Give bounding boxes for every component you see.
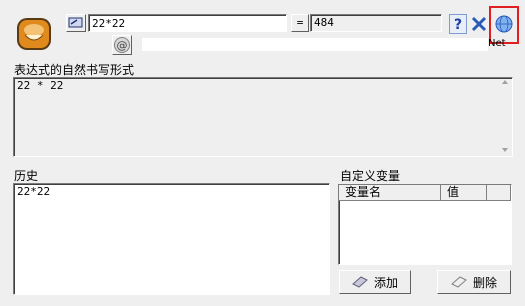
history-list[interactable]: 22*22 <box>13 183 330 295</box>
natural-form-label: 表达式的自然书写形式 <box>14 63 135 77</box>
delete-icon <box>451 276 467 288</box>
svg-text:?: ? <box>454 17 462 33</box>
natural-form-area[interactable]: 22 * 22 <box>13 77 513 157</box>
history-label: 历史 <box>14 169 39 183</box>
at-sign-icon[interactable]: @ <box>112 35 132 55</box>
equals-label: = <box>291 14 309 32</box>
delete-button-label: 删除 <box>472 275 497 290</box>
delete-button[interactable]: 删除 <box>437 270 511 294</box>
add-button-label: 添加 <box>373 275 398 290</box>
variables-label: 自定义变量 <box>340 169 401 183</box>
natural-form-text: 22 * 22 <box>17 79 64 92</box>
add-icon <box>352 276 368 288</box>
net-strip <box>142 38 488 51</box>
expression-input[interactable] <box>88 14 287 32</box>
result-output: 484 <box>310 14 442 32</box>
column-header-name[interactable]: 变量名 <box>339 185 441 201</box>
svg-text:@: @ <box>117 39 128 52</box>
app-icon[interactable] <box>16 17 52 51</box>
column-header-filler <box>487 185 511 201</box>
scroll-down-arrow[interactable] <box>502 148 508 152</box>
add-button[interactable]: 添加 <box>339 270 411 294</box>
globe-icon[interactable] <box>494 14 514 34</box>
help-icon[interactable]: ? <box>449 14 467 34</box>
scroll-up-arrow[interactable] <box>502 80 508 84</box>
variables-table[interactable]: 变量名 值 <box>338 184 512 265</box>
history-item[interactable]: 22*22 <box>14 184 329 199</box>
net-label: Net <box>488 38 506 49</box>
close-icon[interactable] <box>470 14 488 34</box>
edit-frame-icon[interactable] <box>66 14 86 32</box>
natural-form-scrollbar[interactable] <box>498 78 512 156</box>
column-header-value[interactable]: 值 <box>441 185 487 201</box>
